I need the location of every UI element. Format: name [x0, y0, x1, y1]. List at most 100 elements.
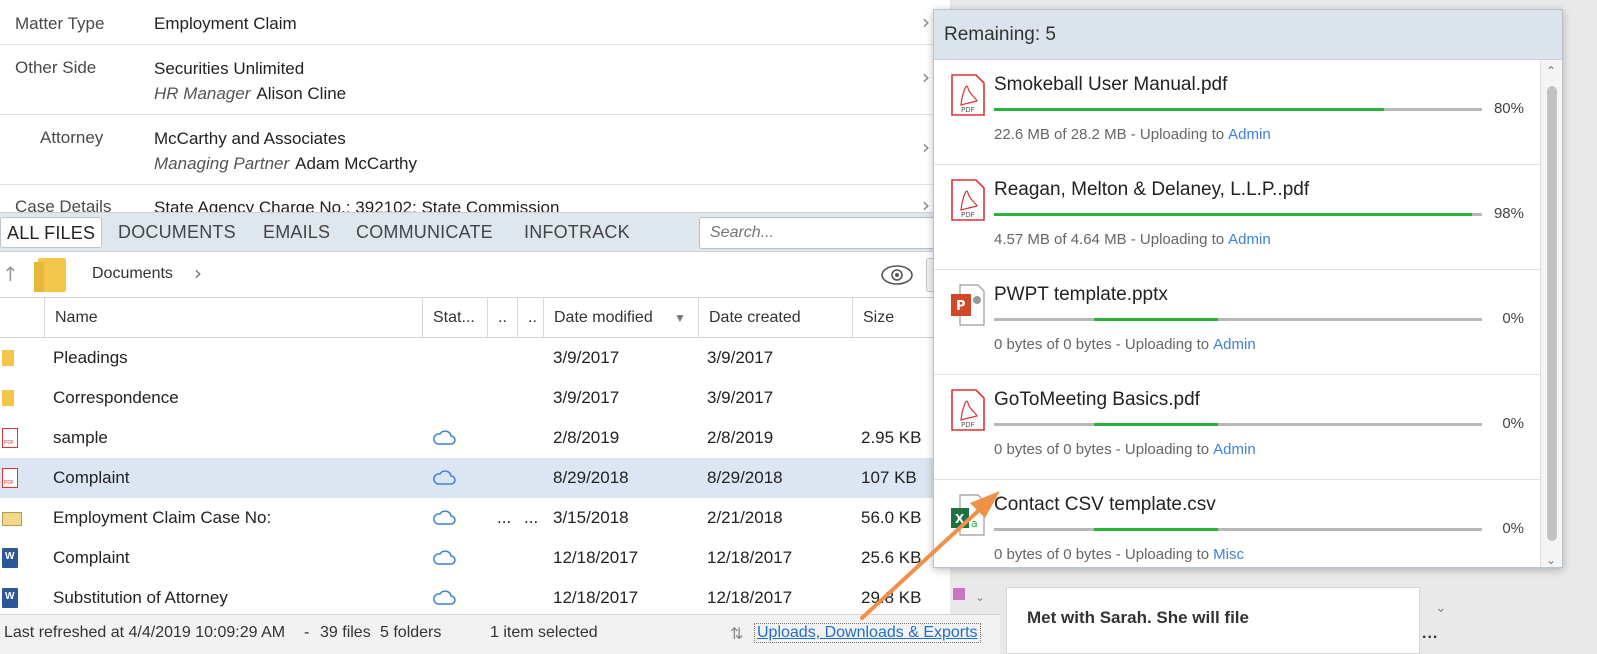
- eye-icon[interactable]: [880, 264, 914, 286]
- up-arrow-icon[interactable]: ↑: [2, 262, 19, 286]
- chevron-right-icon: ›: [922, 193, 930, 212]
- upload-percent: 0%: [1502, 310, 1524, 327]
- tab-all-files[interactable]: ALL FILES: [0, 217, 103, 248]
- upload-destination-link[interactable]: Admin: [1228, 126, 1271, 143]
- chevron-right-icon[interactable]: ›: [194, 261, 202, 285]
- upload-progress-bar: [994, 108, 1482, 111]
- upload-progress-bar: [994, 213, 1482, 216]
- tag-marker: [953, 588, 965, 600]
- file-name: Complaint: [53, 548, 130, 567]
- file-count: 39 files: [320, 624, 371, 641]
- date-modified: 3/15/2018: [553, 508, 629, 527]
- date-created: 2/8/2019: [707, 428, 774, 447]
- selection-count: 1 item selected: [490, 624, 598, 641]
- upload-progress-fill: [994, 213, 1473, 216]
- upload-list-scrollbar[interactable]: ⌃ ⌄: [1540, 60, 1562, 567]
- header-date-created[interactable]: Date created: [698, 298, 852, 338]
- col-a-value: ...: [497, 508, 512, 527]
- note-text: Met with Sarah. She will file: [1027, 608, 1249, 627]
- upload-destination-link[interactable]: Admin: [1228, 231, 1271, 248]
- upload-item[interactable]: PDF Smokeball User Manual.pdf 80% 22.6 M…: [934, 60, 1540, 165]
- attorney-row[interactable]: Attorney McCarthy and Associates Managin…: [0, 115, 950, 185]
- upload-file-name: PWPT template.pptx: [994, 284, 1168, 305]
- chevron-down-icon[interactable]: ⌄: [1546, 553, 1556, 567]
- tab-documents[interactable]: DOCUMENTS: [118, 217, 236, 248]
- chevron-down-icon[interactable]: ⌄: [1435, 600, 1447, 616]
- tab-infotrack[interactable]: INFOTRACK: [524, 217, 630, 248]
- upload-percent: 0%: [1502, 415, 1524, 432]
- pdf-icon: PDF: [951, 389, 985, 431]
- svg-text:X: X: [955, 512, 965, 526]
- search-input[interactable]: [699, 217, 949, 249]
- upload-size-text: 0 bytes of 0 bytes - Uploading to: [994, 441, 1210, 458]
- uploads-popup-header: Remaining: 5: [934, 10, 1562, 60]
- uploads-downloads-exports-link[interactable]: Uploads, Downloads & Exports: [754, 623, 981, 643]
- svg-text:PDF: PDF: [961, 421, 975, 429]
- matter-details: Matter Type Employment Claim › Other Sid…: [0, 0, 950, 212]
- powerpoint-icon: P: [951, 284, 985, 326]
- folder-icon: [34, 258, 66, 292]
- file-table-header: Name Stat... .. .. Date modified ▼ Date …: [0, 298, 950, 338]
- header-col-a[interactable]: ..: [487, 298, 517, 338]
- tab-communicate[interactable]: COMMUNICATE: [356, 217, 493, 248]
- table-row[interactable]: Employment Claim Case No: ... ... 3/15/2…: [0, 498, 950, 538]
- header-status[interactable]: Stat...: [422, 298, 487, 338]
- transfer-icon: ⇅: [730, 624, 744, 643]
- excel-icon: X a: [951, 494, 985, 536]
- other-side-row[interactable]: Other Side Securities Unlimited HR Manag…: [0, 45, 950, 115]
- table-row[interactable]: sample 2/8/2019 2/8/2019 2.95 KB: [0, 418, 950, 458]
- table-row[interactable]: Complaint 8/29/2018 8/29/2018 107 KB: [0, 458, 950, 498]
- breadcrumb-documents[interactable]: Documents: [92, 265, 173, 283]
- table-row[interactable]: Complaint 12/18/2017 12/18/2017 25.6 KB: [0, 538, 950, 578]
- upload-item[interactable]: X a Contact CSV template.csv 0% 0 bytes …: [934, 480, 1540, 567]
- cloud-icon: [433, 470, 456, 485]
- tab-emails[interactable]: EMAILS: [263, 217, 330, 248]
- matter-type-row[interactable]: Matter Type Employment Claim ›: [0, 0, 950, 45]
- date-modified: 12/18/2017: [553, 548, 639, 567]
- upload-detail: 22.6 MB of 28.2 MB - Uploading to Admin: [994, 126, 1271, 143]
- table-row[interactable]: Correspondence 3/9/2017 3/9/2017: [0, 378, 950, 418]
- upload-file-name: Smokeball User Manual.pdf: [994, 74, 1228, 95]
- upload-item[interactable]: PDF Reagan, Melton & Delaney, L.L.P..pdf…: [934, 165, 1540, 270]
- upload-destination-link[interactable]: Admin: [1213, 441, 1256, 458]
- cloud-icon: [433, 590, 456, 605]
- header-col-b[interactable]: ..: [517, 298, 543, 338]
- upload-percent: 98%: [1493, 205, 1524, 222]
- chevron-down-icon[interactable]: ⌄: [975, 590, 985, 604]
- table-row[interactable]: Substitution of Attorney 12/18/2017 12/1…: [0, 578, 950, 618]
- upload-item[interactable]: PDF GoToMeeting Basics.pdf 0% 0 bytes of…: [934, 375, 1540, 480]
- date-created: 3/9/2017: [707, 388, 774, 407]
- matter-type-label: Matter Type: [15, 14, 105, 33]
- upload-destination-link[interactable]: Misc: [1213, 546, 1244, 563]
- svg-text:P: P: [956, 299, 966, 314]
- pdf-icon: [2, 468, 18, 488]
- upload-progress-bar: [994, 528, 1482, 531]
- upload-progress-fill: [1094, 318, 1218, 321]
- upload-progress-fill: [1094, 528, 1218, 531]
- upload-progress-fill: [1094, 423, 1218, 426]
- header-name[interactable]: Name: [44, 298, 422, 338]
- upload-list: PDF Smokeball User Manual.pdf 80% 22.6 M…: [934, 60, 1540, 567]
- chevron-right-icon: ›: [922, 10, 930, 34]
- pdf-icon: PDF: [951, 74, 985, 116]
- file-size: 56.0 KB: [861, 508, 922, 527]
- header-date-modified[interactable]: Date modified ▼: [543, 298, 698, 338]
- case-details-row[interactable]: Case Details State Agency Charge No.: 39…: [0, 185, 950, 212]
- upload-file-name: GoToMeeting Basics.pdf: [994, 389, 1200, 410]
- case-details-label: Case Details: [15, 197, 112, 212]
- upload-destination-link[interactable]: Admin: [1213, 336, 1256, 353]
- chevron-up-icon[interactable]: ⌃: [1546, 64, 1556, 78]
- scrollbar-thumb[interactable]: [1547, 86, 1557, 541]
- status-bar: Last refreshed at 4/4/2019 10:09:29 AM -…: [0, 614, 1000, 654]
- file-size: 107 KB: [861, 468, 917, 487]
- file-name: Correspondence: [53, 388, 179, 407]
- upload-item[interactable]: P PWPT template.pptx 0% 0 bytes of 0 byt…: [934, 270, 1540, 375]
- folder-count: 5 folders: [380, 624, 442, 641]
- date-created: 12/18/2017: [707, 588, 793, 607]
- upload-detail: 0 bytes of 0 bytes - Uploading to Admin: [994, 441, 1256, 458]
- note-card[interactable]: Met with Sarah. She will file: [1006, 587, 1420, 654]
- table-row[interactable]: Pleadings 3/9/2017 3/9/2017: [0, 338, 950, 378]
- pdf-icon: [2, 428, 18, 448]
- matter-type-value: Employment Claim: [154, 14, 297, 33]
- more-options-button[interactable]: ...: [1422, 625, 1438, 643]
